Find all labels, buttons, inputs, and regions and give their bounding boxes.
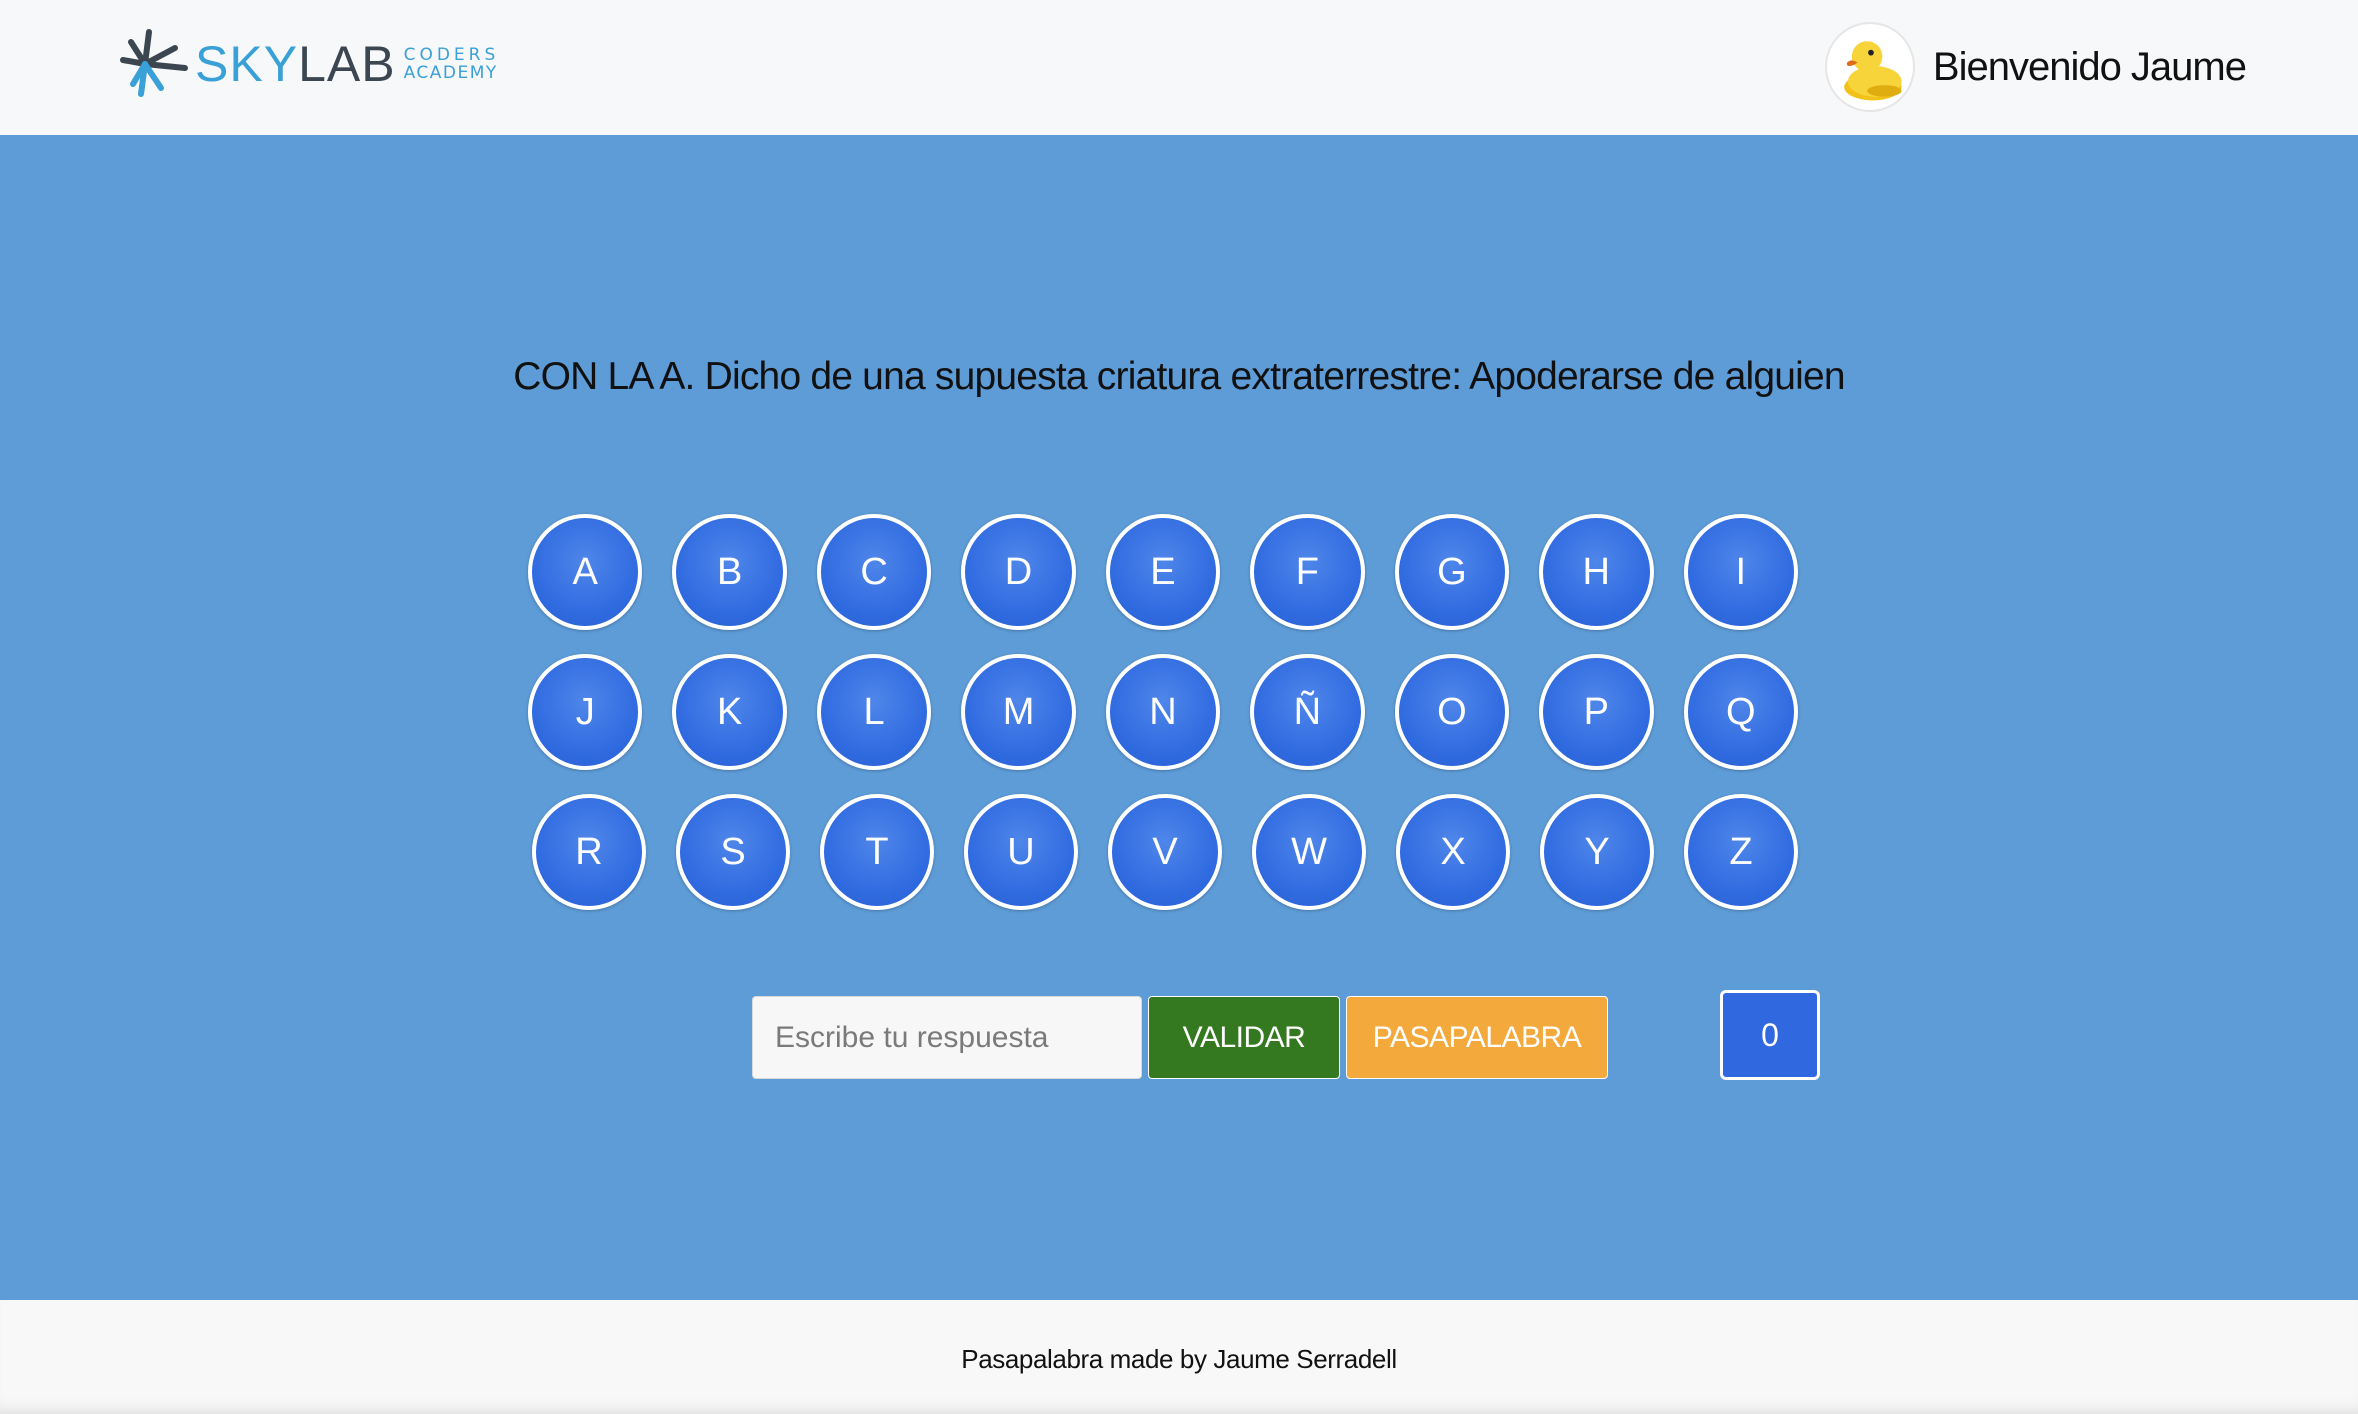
- letter-circle-y: Y: [1540, 794, 1654, 910]
- letter-circle-r: R: [532, 794, 646, 910]
- letter-circle-t: T: [820, 794, 934, 910]
- game-page: SKY LAB CODERS ACADEMY Bienvenido Jaume: [0, 0, 2358, 1414]
- logo-text-lab: LAB: [298, 36, 396, 92]
- letter-circle-m: M: [961, 654, 1076, 770]
- letter-circle-x: X: [1396, 794, 1510, 910]
- letter-circle-a: A: [528, 514, 643, 630]
- letter-circle-o: O: [1394, 654, 1510, 770]
- rubber-duck-icon: [1844, 41, 1902, 101]
- letter-circle-n: N: [1105, 654, 1221, 770]
- letter-circle-b: B: [672, 514, 787, 630]
- letter-circle-h: H: [1539, 514, 1654, 630]
- letter-row: J K L M N Ñ O P Q: [528, 654, 1828, 794]
- letter-circle-v: V: [1108, 794, 1222, 910]
- welcome-text: Bienvenido Jaume: [1932, 44, 2247, 89]
- avatar[interactable]: [1824, 22, 1915, 112]
- footer-credit: Pasapalabra made by Jaume Serradell: [961, 1344, 1397, 1374]
- validate-button[interactable]: VALIDAR: [1148, 996, 1340, 1079]
- letter-circle-s: S: [676, 794, 790, 910]
- letter-circle-g: G: [1394, 514, 1510, 630]
- logo-subtitle-top: CODERS: [403, 45, 500, 65]
- letter-row: R S T U V W X Y Z: [532, 794, 1828, 934]
- logo-text-sky: SKY: [195, 36, 299, 92]
- letter-row: A B C D E F G H I: [528, 514, 1828, 654]
- letter-circle-e: E: [1105, 514, 1221, 630]
- skylab-logo[interactable]: SKY LAB CODERS ACADEMY: [115, 26, 499, 102]
- score-counter: 0: [1720, 990, 1820, 1080]
- letter-circle-c: C: [816, 514, 932, 630]
- question-text: CON LA A. Dicho de una supuesta criatura…: [513, 355, 1845, 398]
- letter-circle-l: L: [816, 654, 932, 770]
- letter-wheel: A B C D E F G H I J K L M N Ñ O P Q R S …: [528, 514, 1828, 934]
- logo-subtitle-bottom: ACADEMY: [403, 63, 498, 83]
- letter-circle-k: K: [672, 654, 787, 770]
- user-greeting: Bienvenido Jaume: [1824, 22, 2247, 112]
- skylab-burst-icon: [120, 29, 188, 97]
- answer-input[interactable]: [752, 996, 1142, 1079]
- letter-circle-w: W: [1252, 794, 1366, 910]
- footer: Pasapalabra made by Jaume Serradell: [0, 1300, 2358, 1414]
- letter-circle-j: J: [528, 654, 643, 770]
- logo-subtitle: CODERS ACADEMY: [404, 46, 500, 82]
- letter-circle-p: P: [1539, 654, 1654, 770]
- letter-circle-q: Q: [1683, 654, 1798, 770]
- letter-circle-d: D: [961, 514, 1076, 630]
- letter-circle-i: I: [1683, 514, 1798, 630]
- pasapalabra-button[interactable]: PASAPALABRA: [1346, 996, 1608, 1079]
- letter-circle-z: Z: [1684, 794, 1798, 910]
- letter-circle-u: U: [964, 794, 1078, 910]
- letter-circle-enye: Ñ: [1250, 654, 1365, 770]
- letter-circle-f: F: [1250, 514, 1365, 630]
- top-bar: SKY LAB CODERS ACADEMY Bienvenido Jaume: [0, 0, 2358, 135]
